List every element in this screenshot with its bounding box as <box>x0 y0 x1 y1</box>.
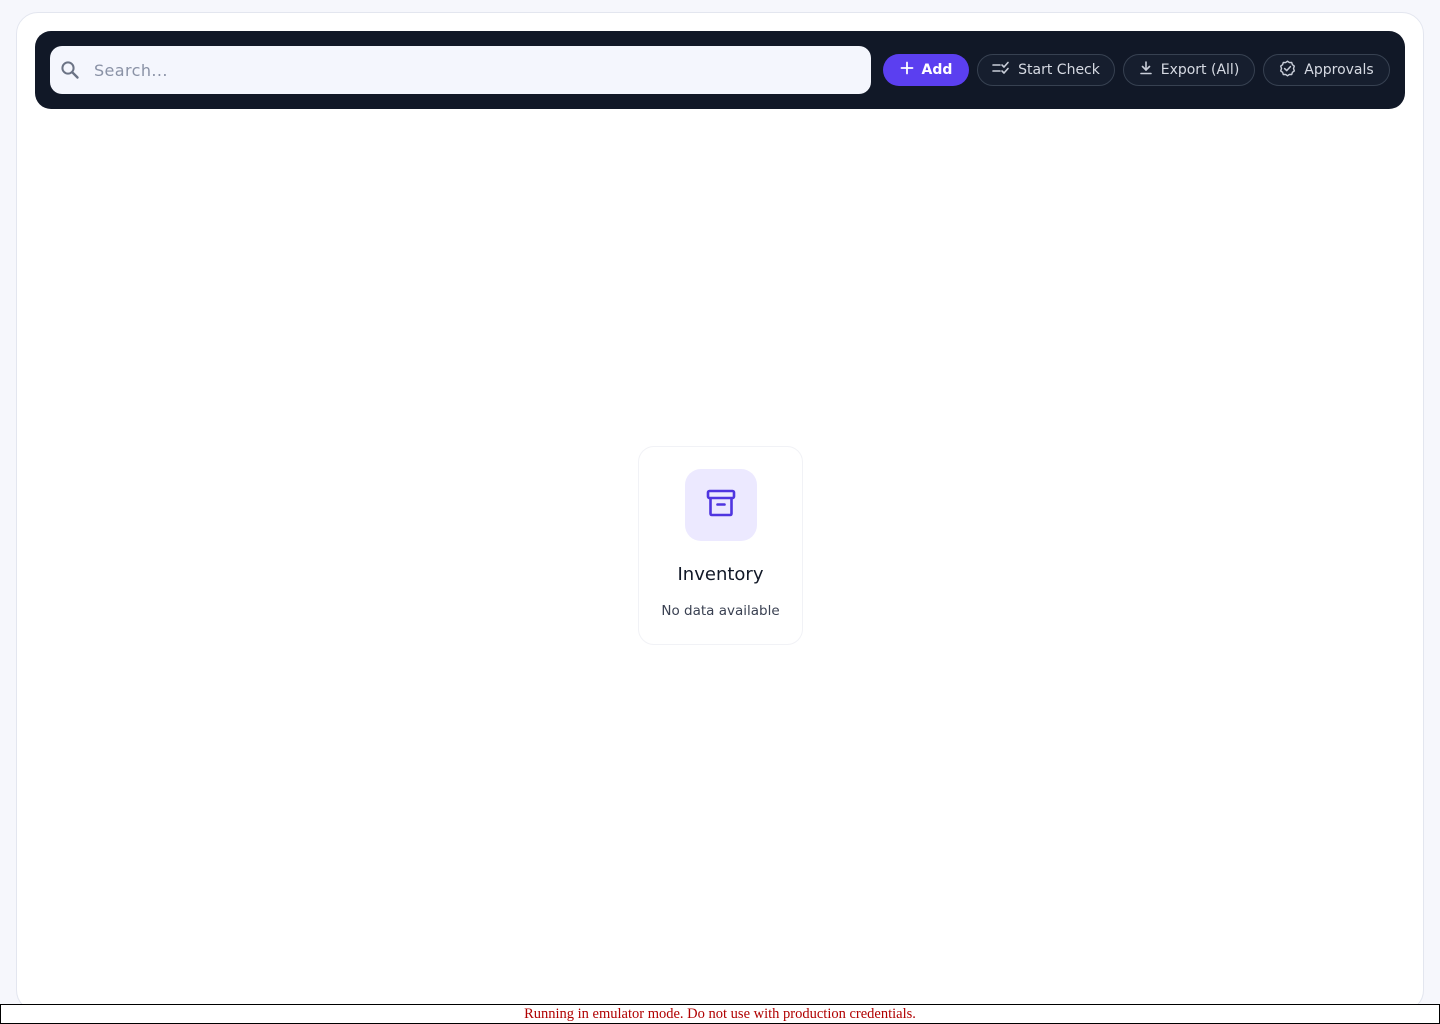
add-button-label: Add <box>921 62 953 78</box>
empty-state-icon-tile <box>685 469 757 541</box>
start-check-button[interactable]: Start Check <box>977 54 1115 86</box>
download-icon <box>1139 61 1153 79</box>
empty-state-card: Inventory No data available <box>638 446 803 645</box>
add-button[interactable]: Add <box>883 54 969 86</box>
export-all-button-label: Export (All) <box>1160 62 1240 78</box>
search-box[interactable] <box>50 46 871 94</box>
badge-check-icon <box>1279 60 1296 81</box>
approvals-button[interactable]: Approvals <box>1263 54 1390 86</box>
search-icon <box>60 60 80 80</box>
empty-state-subtitle: No data available <box>661 603 780 619</box>
empty-state-title: Inventory <box>677 564 764 585</box>
toolbar: Add Start Check Export (A <box>35 31 1405 109</box>
emulator-mode-banner: Running in emulator mode. Do not use wit… <box>0 1004 1440 1024</box>
checklist-icon <box>992 61 1010 79</box>
start-check-button-label: Start Check <box>1018 62 1100 78</box>
plus-icon <box>900 61 914 79</box>
search-input[interactable] <box>94 46 854 94</box>
archive-box-icon <box>705 487 737 523</box>
approvals-button-label: Approvals <box>1304 62 1374 78</box>
export-all-button[interactable]: Export (All) <box>1123 54 1255 86</box>
app-frame: Add Start Check Export (A <box>16 12 1424 1012</box>
